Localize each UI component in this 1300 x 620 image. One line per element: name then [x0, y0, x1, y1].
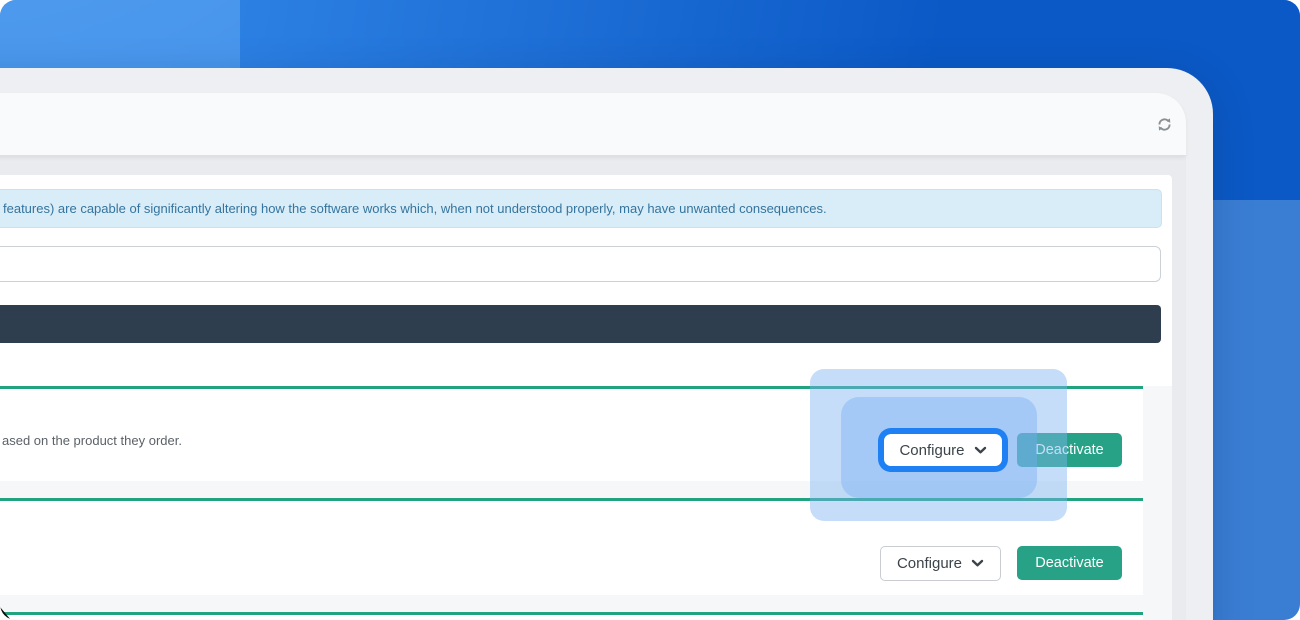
deactivate-button-label: Deactivate [1035, 555, 1104, 571]
feature-description: ased on the product they order. [2, 433, 182, 448]
search-input[interactable] [0, 246, 1161, 282]
deactivate-button-label: Deactivate [1035, 442, 1104, 458]
chevron-down-icon [971, 559, 984, 568]
screenshot-root: features) are capable of significantly a… [0, 0, 1300, 620]
chevron-down-icon [974, 446, 987, 455]
configure-dropdown-button[interactable]: Configure [880, 546, 1001, 581]
feature-row [0, 612, 1143, 620]
configure-dropdown-button-highlighted[interactable]: Configure [884, 434, 1002, 466]
info-alert: features) are capable of significantly a… [0, 189, 1162, 228]
info-alert-text: features) are capable of significantly a… [3, 201, 827, 216]
configure-button-label: Configure [899, 442, 964, 459]
deactivate-button[interactable]: Deactivate [1017, 546, 1122, 580]
table-header-bar [0, 305, 1161, 343]
app-header-bar [0, 93, 1186, 156]
deactivate-button[interactable]: Deactivate [1017, 433, 1122, 467]
refresh-icon [1156, 116, 1173, 133]
configure-button-label: Configure [897, 555, 962, 572]
refresh-button[interactable] [1146, 110, 1182, 138]
